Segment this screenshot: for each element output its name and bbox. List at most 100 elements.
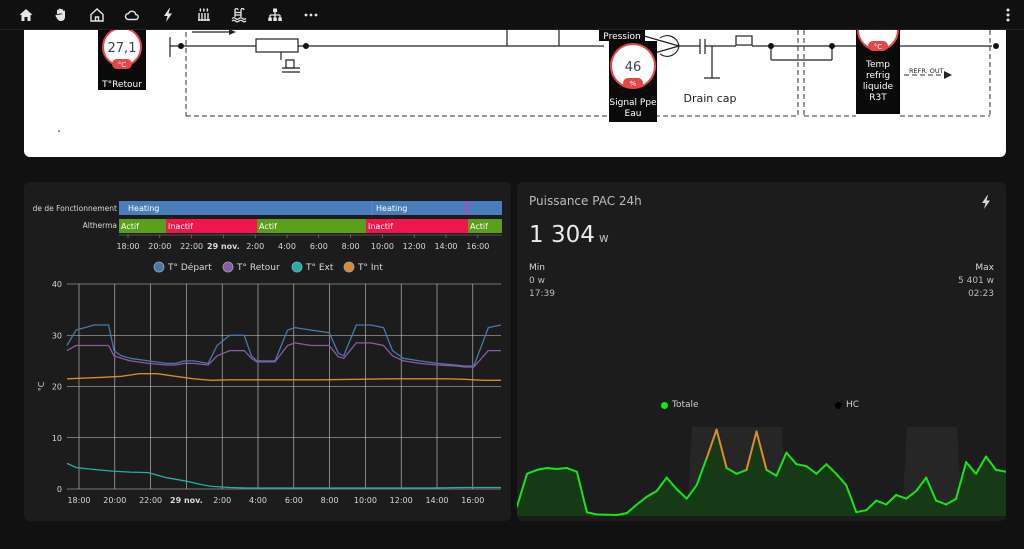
power-min-stat: Min 0 w 17:39	[529, 262, 555, 301]
x-tick-label: 2:00	[213, 496, 231, 505]
totale-line-segment	[715, 428, 728, 469]
totale-line-segment	[655, 476, 668, 492]
power-max-stat: Max 5 401 w 02:23	[958, 262, 994, 301]
timeline-tick-label: 14:00	[434, 242, 457, 251]
power-min-time: 17:39	[529, 289, 555, 299]
totale-area	[517, 429, 1006, 516]
timeline-segment-label: Actif	[470, 222, 488, 231]
dots-vertical-icon[interactable]	[1004, 6, 1012, 24]
totale-line-segment	[585, 511, 598, 516]
legend-label[interactable]: T° Retour	[236, 263, 280, 273]
totale-line-segment	[925, 476, 938, 502]
system-diagram-card: 27,1 °C T°Retour Pression 46 % Signal Pp…	[24, 30, 1006, 157]
legend-item-hc[interactable]: HC	[835, 400, 859, 410]
legend-dot	[835, 401, 842, 409]
x-tick-label: 18:00	[67, 496, 90, 505]
totale-line-segment	[517, 472, 528, 508]
legend-label[interactable]: T° Départ	[167, 262, 212, 273]
network-icon[interactable]	[266, 6, 284, 24]
totale-line-segment	[905, 490, 918, 500]
power-value-number: 1 304	[529, 222, 595, 248]
pump-signal-widget[interactable]: 46 % Signal Ppe Eau	[609, 41, 657, 122]
y-tick-label: 10	[52, 434, 62, 443]
more-horizontal-icon[interactable]	[302, 6, 320, 24]
house-outline-icon[interactable]	[88, 6, 106, 24]
totale-line-segment	[575, 470, 588, 514]
lightning-icon[interactable]	[159, 6, 177, 24]
power-title: Puissance PAC 24h	[529, 194, 642, 208]
pression-label: Pression	[603, 32, 640, 42]
power-card[interactable]: Puissance PAC 24h 1 304 w Min 0 w 17:39 M…	[517, 182, 1006, 521]
top-navigation-bar	[0, 0, 1024, 30]
refrigerant-label-4: R3T	[869, 93, 887, 103]
totale-line-segment	[985, 455, 997, 471]
totale-line-segment	[975, 455, 987, 475]
x-tick-label: 16:00	[461, 496, 484, 505]
totale-line-segment	[855, 509, 868, 514]
timeline-tick-label: 2:00	[246, 242, 264, 251]
legend-item-totale[interactable]: Totale	[661, 400, 699, 410]
refrigerant-temperature-widget[interactable]: °C Temp refrig liquide R3T	[856, 30, 900, 114]
y-tick-label: 20	[52, 383, 62, 392]
pool-icon[interactable]	[230, 6, 248, 24]
timeline-segment[interactable]	[466, 201, 468, 215]
timeline-segment-label: Actif	[121, 222, 139, 231]
totale-line-segment	[895, 493, 908, 500]
legend-dot	[222, 261, 234, 273]
totale-line-segment	[675, 488, 688, 500]
series-line[interactable]	[66, 462, 501, 489]
retour-temperature-widget[interactable]: 27,1 °C T°Retour	[98, 30, 146, 90]
power-max-label: Max	[975, 263, 994, 273]
power-max-value: 5 401 w	[958, 276, 994, 286]
timeline-segment-label: Inactif	[368, 222, 393, 231]
totale-line-segment	[915, 476, 928, 492]
timeline-segment[interactable]	[468, 201, 502, 215]
totale-line-segment	[865, 499, 878, 512]
totale-line-segment	[955, 461, 968, 500]
piping-diagram: 27,1 °C T°Retour Pression 46 % Signal Pp…	[58, 30, 999, 132]
refrigerant-label-2: refrig	[866, 71, 890, 81]
totale-line-segment	[565, 467, 578, 473]
totale-line-segment	[875, 499, 888, 506]
power-min-value: 0 w	[529, 276, 545, 286]
radiator-icon[interactable]	[195, 6, 213, 24]
timeline-tick-label: 22:00	[180, 242, 203, 251]
hc-area	[902, 427, 962, 516]
cloud-icon[interactable]	[123, 6, 141, 24]
totale-line-segment	[545, 467, 558, 470]
timeline-tick-label: 4:00	[278, 242, 296, 251]
legend-label: Totale	[672, 400, 699, 410]
refrigerant-temperature-unit: °C	[874, 43, 883, 51]
x-tick-label: 14:00	[425, 496, 448, 505]
series-line[interactable]	[66, 373, 501, 381]
series-line[interactable]	[66, 324, 502, 367]
totale-line-segment	[615, 512, 628, 516]
totale-line-segment	[735, 468, 748, 475]
legend-label[interactable]: T° Int	[357, 263, 383, 273]
totale-line-segment	[815, 463, 828, 475]
power-value-unit: w	[598, 231, 609, 245]
timeline-segment-label: Inactif	[168, 222, 193, 231]
legend-label[interactable]: T° Ext	[305, 263, 334, 273]
y-tick-label: 30	[52, 331, 62, 340]
x-tick-label: 22:00	[139, 496, 162, 505]
timeline-row-label: de de Fonctionnement	[33, 204, 117, 213]
totale-line-segment	[645, 490, 658, 498]
x-tick-label: 6:00	[285, 496, 303, 505]
totale-line-segment	[825, 463, 838, 475]
totale-line-segment	[885, 493, 898, 506]
totale-line-segment	[635, 495, 648, 506]
refrigerant-label-1: Temp	[865, 60, 890, 70]
hand-icon[interactable]	[52, 6, 70, 24]
refr-out-label: REFR. OUT	[909, 67, 944, 75]
timeline-row-label: Altherma	[83, 221, 117, 230]
totale-line-segment	[995, 468, 1006, 473]
timeline-tick-label: 10:00	[371, 242, 394, 251]
pump-signal-value: 46	[625, 60, 642, 75]
home-icon[interactable]	[17, 6, 35, 24]
totale-line-segment	[526, 468, 538, 475]
totale-line-segment	[705, 428, 718, 460]
timeline-axis: 18:00 20:00 22:00 29 nov. 2:00 4:00 6:00 8:00 10…	[116, 235, 489, 251]
timeline-tick-label: 16:00	[466, 242, 489, 251]
y-tick-label: 0	[57, 485, 62, 494]
